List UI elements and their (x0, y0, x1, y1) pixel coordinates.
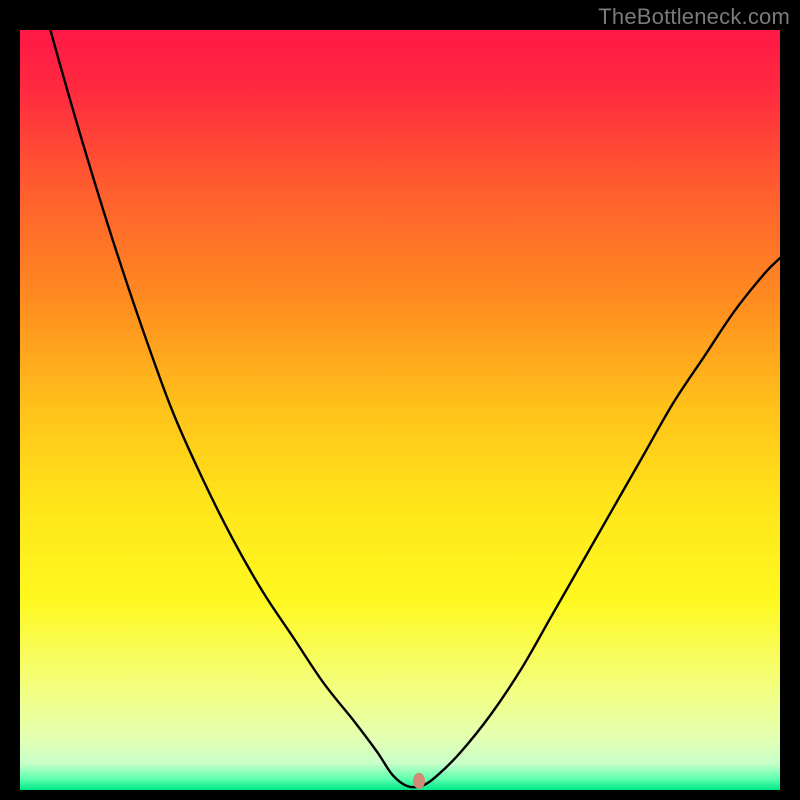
optimum-point (413, 773, 425, 789)
chart-frame: TheBottleneck.com (0, 0, 800, 800)
gradient-background (20, 30, 780, 790)
plot-area (20, 30, 780, 790)
watermark-text: TheBottleneck.com (598, 4, 790, 30)
plot-svg (20, 30, 780, 790)
